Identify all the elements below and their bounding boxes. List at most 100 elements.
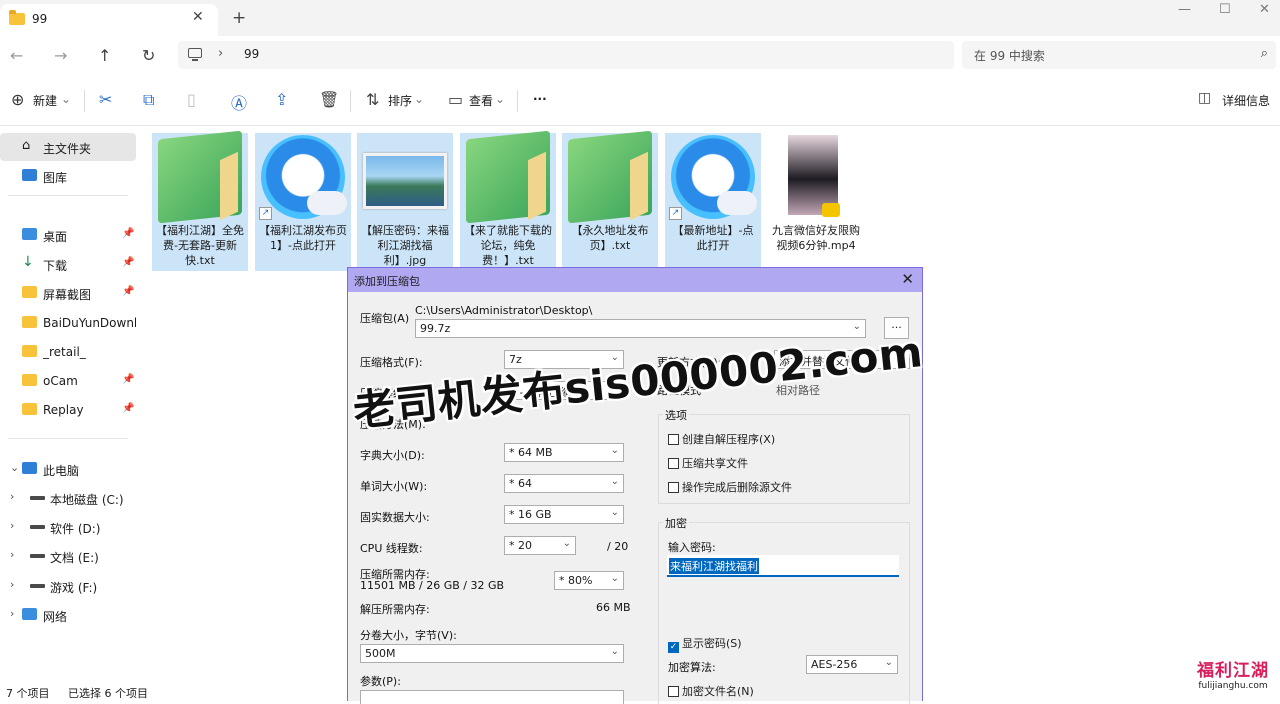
checkbox-box[interactable] bbox=[668, 458, 679, 469]
file-item[interactable]: ↗ 【福利江湖发布页1】-点此打开 bbox=[255, 133, 351, 271]
chevron-down-icon: ⌄ bbox=[414, 92, 425, 106]
checkbox-checked[interactable]: ✓ bbox=[668, 642, 679, 653]
sort-button[interactable]: 排序 bbox=[388, 92, 412, 109]
share-icon[interactable]: ⇪ bbox=[275, 90, 288, 109]
checkbox-box[interactable] bbox=[668, 686, 679, 697]
archive-name-value: 99.7z bbox=[420, 322, 451, 335]
pin-icon[interactable]: 📌 bbox=[122, 403, 134, 414]
breadcrumb[interactable]: 99 bbox=[244, 47, 259, 61]
window-close-button[interactable]: ✕ bbox=[1259, 2, 1270, 17]
sidebar-item-network[interactable]: › 网络 bbox=[0, 601, 136, 629]
qq-browser-icon bbox=[671, 135, 757, 219]
sidebar-item-drive-d[interactable]: › 软件 (D:) bbox=[0, 513, 136, 541]
sidebar-item-ocam[interactable]: oCam 📌 bbox=[0, 367, 136, 395]
chevron-down-icon[interactable]: ⌄ bbox=[10, 461, 19, 474]
checkbox-box[interactable] bbox=[668, 434, 679, 445]
show-password-checkbox[interactable]: ✓ 显示密码(S) bbox=[668, 635, 742, 653]
computer-icon bbox=[188, 48, 202, 61]
pin-icon[interactable]: 📌 bbox=[122, 286, 134, 297]
plus-circle-icon[interactable]: ⊕ bbox=[11, 90, 24, 109]
up-icon[interactable]: ↑ bbox=[98, 46, 111, 65]
file-item[interactable]: 【福利江湖】全免费-无套路-更新快.txt bbox=[152, 130, 248, 271]
new-tab-button[interactable]: + bbox=[232, 8, 246, 28]
back-icon[interactable]: ← bbox=[10, 46, 23, 65]
tab-99[interactable]: 99 ✕ bbox=[0, 4, 218, 36]
notepad-icon bbox=[568, 130, 652, 224]
rename-icon[interactable]: Ⓐ bbox=[231, 90, 247, 114]
sidebar-item-drive-c[interactable]: › 本地磁盘 (C:) bbox=[0, 484, 136, 512]
file-item[interactable]: 九言微信好友限购视频6分钟.mp4 bbox=[768, 133, 864, 271]
encryption-method-value: AES-256 bbox=[811, 658, 858, 671]
tab-close-button[interactable]: ✕ bbox=[192, 9, 204, 25]
file-item[interactable]: 【解压密码：来福利江湖找福利】.jpg bbox=[357, 133, 453, 271]
sidebar-item-home[interactable]: ⌂ 主文件夹 bbox=[0, 133, 136, 161]
sidebar-item-downloads[interactable]: ↓ 下载 📌 bbox=[0, 250, 136, 278]
close-icon[interactable]: ✕ bbox=[901, 270, 914, 288]
file-item[interactable]: 【永久地址发布页】.txt bbox=[562, 130, 658, 271]
search-input[interactable]: 在 99 中搜索 ⌕ bbox=[962, 41, 1276, 69]
word-select[interactable]: * 64 ⌄ bbox=[504, 474, 624, 493]
notepad-icon bbox=[466, 130, 550, 224]
copy-icon[interactable]: ⧉ bbox=[143, 90, 154, 110]
dict-select[interactable]: * 64 MB ⌄ bbox=[504, 443, 624, 462]
sidebar-item-screenshots[interactable]: 屏幕截图 📌 bbox=[0, 279, 136, 307]
sidebar-item-label: 游戏 (F:) bbox=[50, 581, 98, 595]
view-button[interactable]: 查看 bbox=[469, 92, 493, 109]
delete-icon[interactable]: 🗑 bbox=[319, 90, 339, 109]
file-item[interactable]: 【来了就能下载的论坛，纯免费！】.txt bbox=[460, 130, 556, 271]
password-input[interactable]: 来福利江湖找福利 bbox=[667, 555, 899, 577]
sidebar-item-drive-e[interactable]: › 文档 (E:) bbox=[0, 542, 136, 570]
details-button[interactable]: 详细信息 bbox=[1222, 92, 1270, 109]
folder-icon bbox=[9, 10, 25, 25]
chevron-down-icon: ⌄ bbox=[610, 476, 619, 487]
view-icon[interactable]: ▭ bbox=[448, 90, 463, 109]
sidebar-item-gallery[interactable]: 图库 bbox=[0, 162, 136, 190]
sidebar-item-drive-f[interactable]: › 游戏 (F:) bbox=[0, 572, 136, 600]
home-icon: ⌂ bbox=[22, 138, 31, 153]
params-label: 参数(P): bbox=[360, 675, 401, 688]
chevron-right-icon[interactable]: › bbox=[10, 578, 14, 591]
pin-icon[interactable]: 📌 bbox=[122, 228, 134, 239]
volume-combo[interactable]: 500M ⌄ bbox=[360, 644, 624, 663]
solid-select[interactable]: * 16 GB ⌄ bbox=[504, 505, 624, 524]
new-button[interactable]: 新建 bbox=[33, 92, 57, 109]
delete-after-checkbox[interactable]: 操作完成后删除源文件 bbox=[668, 479, 792, 495]
sidebar-item-retail[interactable]: _retail_ bbox=[0, 338, 136, 366]
details-pane-icon[interactable]: ◫ bbox=[1198, 90, 1211, 106]
chevron-right-icon[interactable]: › bbox=[10, 607, 14, 620]
sidebar-item-desktop[interactable]: 桌面 📌 bbox=[0, 221, 136, 249]
sort-icon[interactable]: ⇅ bbox=[366, 90, 379, 109]
cut-icon[interactable]: ✂ bbox=[99, 90, 112, 109]
sidebar-item-label: 图库 bbox=[43, 171, 68, 185]
sfx-checkbox[interactable]: 创建自解压程序(X) bbox=[668, 431, 775, 447]
pin-icon[interactable]: 📌 bbox=[122, 374, 134, 385]
encryption-method-select[interactable]: AES-256 ⌄ bbox=[806, 655, 898, 674]
chevron-right-icon[interactable]: › bbox=[10, 548, 14, 561]
params-input[interactable] bbox=[360, 690, 624, 704]
archive-path: C:\Users\Administrator\Desktop\ bbox=[415, 304, 593, 317]
sidebar-item-replay[interactable]: Replay 📌 bbox=[0, 396, 136, 424]
sidebar-item-this-pc[interactable]: ⌄ 此电脑 bbox=[0, 455, 136, 483]
chevron-right-icon[interactable]: › bbox=[10, 490, 14, 503]
sidebar-item-baiduyun[interactable]: BaiDuYunDownload bbox=[0, 309, 136, 337]
minimize-button[interactable]: — bbox=[1178, 2, 1191, 17]
encrypt-names-checkbox[interactable]: 加密文件名(N) bbox=[668, 683, 754, 699]
shared-files-checkbox[interactable]: 压缩共享文件 bbox=[668, 455, 748, 471]
checkbox-box[interactable] bbox=[668, 482, 679, 493]
maximize-button[interactable]: ☐ bbox=[1219, 2, 1231, 17]
forward-icon[interactable]: → bbox=[54, 46, 67, 65]
divider bbox=[8, 438, 128, 439]
checkbox-label: 加密文件名(N) bbox=[682, 685, 754, 698]
paste-icon[interactable]: ▯ bbox=[187, 90, 196, 109]
threads-select[interactable]: * 20 ⌄ bbox=[504, 536, 576, 555]
refresh-icon[interactable]: ↻ bbox=[142, 46, 155, 65]
mem-percent-select[interactable]: * 80% ⌄ bbox=[554, 571, 624, 590]
address-bar[interactable]: › 99 bbox=[178, 41, 954, 69]
checkbox-label: 创建自解压程序(X) bbox=[682, 433, 776, 446]
divider bbox=[517, 90, 518, 112]
pin-icon[interactable]: 📌 bbox=[122, 257, 134, 268]
file-item[interactable]: ↗ 【最新地址】-点此打开 bbox=[665, 133, 761, 271]
more-options-button[interactable]: ··· bbox=[533, 92, 547, 106]
word-label: 单词大小(W): bbox=[360, 480, 428, 493]
chevron-right-icon[interactable]: › bbox=[10, 519, 14, 532]
